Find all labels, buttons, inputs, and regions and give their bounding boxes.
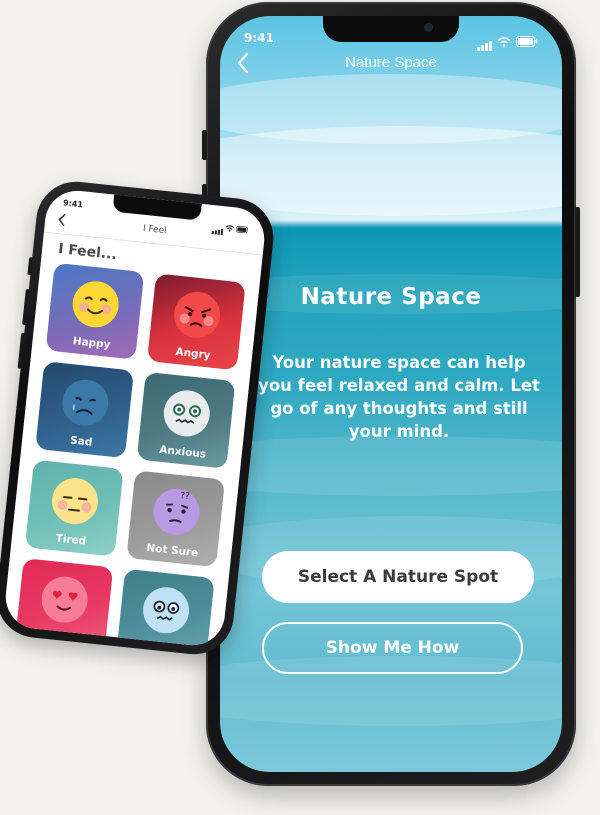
afraid-face-icon <box>143 587 190 634</box>
svg-text:??: ?? <box>180 491 191 502</box>
feeling-label: Afraid <box>117 638 208 648</box>
notch <box>323 16 459 42</box>
volume-down-button <box>17 332 26 369</box>
tired-face-icon <box>51 478 98 525</box>
feelings-phone-wrapper: 9:41 I Feel I Feel... Happy Angry Sad An… <box>0 177 302 685</box>
power-button <box>575 207 580 297</box>
loved-face-icon <box>41 576 88 623</box>
front-camera <box>424 23 433 32</box>
feeling-tile-angry[interactable]: Angry <box>147 273 246 371</box>
select-nature-spot-button[interactable]: Select A Nature Spot <box>262 551 534 603</box>
feeling-tile-happy[interactable]: Happy <box>45 262 145 360</box>
feeling-label: Not Sure <box>145 541 199 560</box>
nav-title: Nature Space <box>345 54 437 71</box>
feeling-label: Loved <box>42 630 79 647</box>
feeling-label: Anxious <box>158 443 207 461</box>
feeling-label: Happy <box>72 335 111 351</box>
happy-face-icon <box>72 281 119 328</box>
volume-up-button <box>22 288 30 326</box>
app-showcase: 9:41 Nature Space Nature Space Your natu… <box>0 0 600 815</box>
feeling-label: Angry <box>174 345 212 362</box>
feelings-heading: I Feel... <box>57 241 118 264</box>
battery-icon <box>516 32 538 51</box>
wifi-icon <box>497 32 511 51</box>
feeling-tile-sad[interactable]: Sad <box>35 361 134 459</box>
i-feel-phone: 9:41 I Feel I Feel... Happy Angry Sad An… <box>0 177 278 659</box>
signal-icon <box>477 41 492 51</box>
notch <box>112 193 202 221</box>
not-sure-face-icon: ?? <box>153 488 200 535</box>
feeling-tile-loved[interactable]: Loved <box>14 558 114 649</box>
feelings-grid: Happy Angry Sad Anxious Tired ?? Not Sur… <box>14 262 246 649</box>
feeling-tile-afraid[interactable]: Afraid <box>115 568 215 649</box>
feeling-tile-anxious[interactable]: Anxious <box>136 371 236 469</box>
status-time: 9:41 <box>62 198 84 210</box>
feeling-tile-tired[interactable]: Tired <box>24 459 124 557</box>
angry-face-icon <box>174 291 221 338</box>
status-time: 9:41 <box>244 31 274 45</box>
feeling-label: Tired <box>55 532 87 548</box>
sad-face-icon <box>62 379 109 426</box>
mute-switch <box>202 130 207 160</box>
status-icons <box>477 32 538 51</box>
feeling-label: Sad <box>69 434 93 449</box>
i-feel-screen: 9:41 I Feel I Feel... Happy Angry Sad An… <box>2 187 268 649</box>
feeling-tile-not-sure[interactable]: ?? Not Sure <box>126 470 226 568</box>
anxious-face-icon <box>163 390 210 437</box>
mute-switch <box>27 257 34 276</box>
